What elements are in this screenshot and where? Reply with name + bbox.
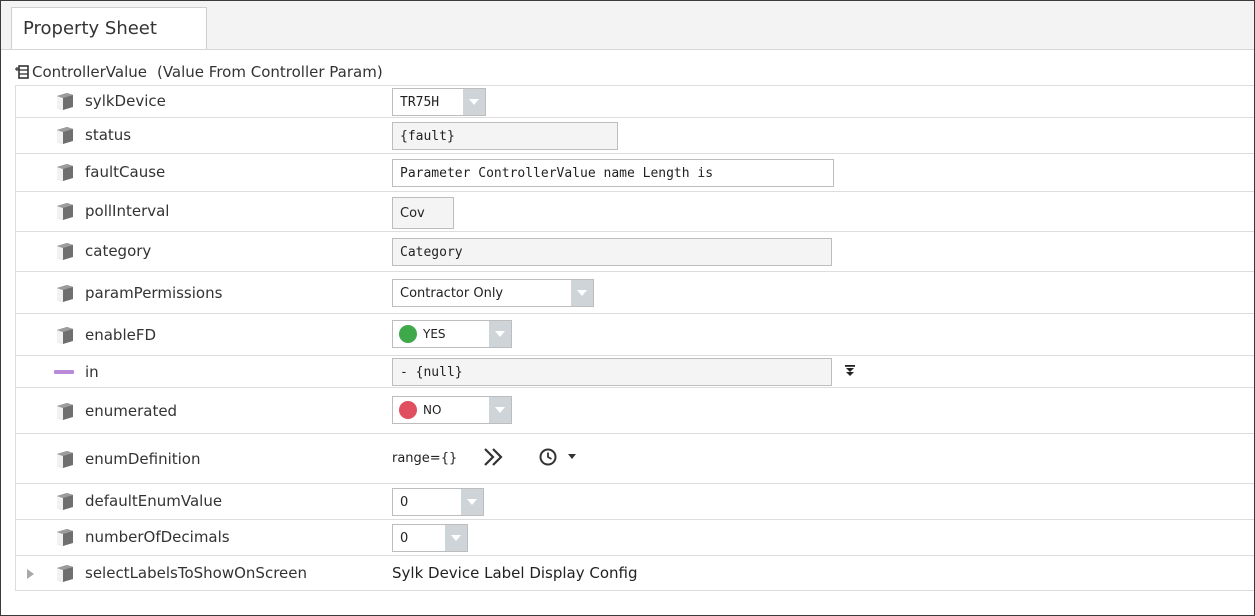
property-row-enable-fd: enableFD YES [15,313,1254,355]
chevron-down-icon[interactable] [463,89,485,115]
property-row-sylk-device: sylkDevice TR75H [15,85,1254,117]
clock-history-icon[interactable] [538,447,558,467]
property-row-enum-definition: enumDefinition range={} [15,433,1254,483]
property-cube-icon [57,203,73,220]
property-row-enumerated: enumerated NO [15,387,1254,433]
category-value: Category [400,245,463,260]
property-row-number-of-decimals: numberOfDecimals 0 [15,519,1254,555]
default-enum-value: 0 [400,495,409,510]
param-permissions-dropdown[interactable]: Contractor Only [392,279,594,307]
property-cube-icon [57,243,73,260]
fault-cause-field[interactable]: Parameter ControllerValue name Length is [392,159,834,187]
property-cube-icon [57,529,73,546]
property-name: in [85,363,99,381]
property-name: pollInterval [85,202,170,220]
property-cube-icon [57,403,73,420]
property-name: paramPermissions [85,284,223,302]
fault-cause-value: Parameter ControllerValue name Length is [400,166,714,181]
double-chevron-right-icon[interactable] [482,447,504,467]
property-row-poll-interval: pollInterval Cov [15,191,1254,231]
tab-property-sheet[interactable]: Property Sheet [11,7,207,49]
number-of-decimals-value: 0 [400,531,409,546]
poll-interval-field: Cov [392,197,454,229]
status-led-red-icon [399,401,417,419]
root-component-name: ControllerValue [32,63,147,81]
expand-arrow-icon[interactable] [27,569,34,579]
property-row-default-enum-value: defaultEnumValue 0 [15,483,1254,519]
tab-bar: Property Sheet [1,1,1254,50]
property-name: enumerated [85,402,178,420]
enumerated-value: NO [423,403,442,417]
in-value: - {null} [400,365,463,380]
chevron-down-icon[interactable] [461,489,483,515]
param-permissions-value: Contractor Only [400,286,504,301]
property-name: faultCause [85,163,166,181]
enumerated-dropdown[interactable]: NO [392,396,512,424]
sylk-device-dropdown[interactable]: TR75H [392,88,486,116]
enable-fd-dropdown[interactable]: YES [392,320,512,348]
property-name: defaultEnumValue [85,492,223,510]
root-component-note: (Value From Controller Param) [156,63,383,81]
property-sheet-window: Property Sheet ControllerValue (Value Fro… [0,0,1255,616]
property-name: sylkDevice [85,92,166,110]
status-value: {fault} [400,129,455,144]
poll-interval-value: Cov [400,206,425,221]
property-row-category: category Category [15,231,1254,271]
property-row-status: status {fault} [15,117,1254,153]
category-field: Category [392,238,832,266]
property-name: status [85,126,132,144]
double-arrow-down-icon[interactable] [845,365,855,377]
property-cube-icon [57,327,73,344]
chevron-down-icon[interactable] [445,525,467,551]
property-cube-icon [57,493,73,510]
chevron-down-icon[interactable] [489,397,511,423]
property-cube-icon [57,93,73,110]
chevron-down-icon[interactable] [571,280,593,306]
property-cube-icon [57,451,73,468]
property-name: category [85,242,152,260]
property-cube-icon [57,164,73,181]
link-slot-icon [54,370,74,374]
number-of-decimals-dropdown[interactable]: 0 [392,524,468,552]
property-cube-icon [57,565,73,582]
property-name: enableFD [85,326,157,344]
property-name: enumDefinition [85,450,201,468]
property-row-fault-cause: faultCause Parameter ControllerValue nam… [15,153,1254,191]
default-enum-value-dropdown[interactable]: 0 [392,488,484,516]
property-row-select-labels[interactable]: selectLabelsToShowOnScreen Sylk Device L… [15,555,1254,591]
property-row-in: in - {null} [15,355,1254,387]
chevron-down-icon[interactable] [489,321,511,347]
tab-label: Property Sheet [23,18,157,39]
caret-down-icon[interactable] [568,454,576,460]
property-cube-icon [57,127,73,144]
property-name: numberOfDecimals [85,528,230,546]
status-field: {fault} [392,122,618,150]
property-name: selectLabelsToShowOnScreen [85,564,307,582]
sylk-device-value: TR75H [400,95,440,110]
property-cube-icon [57,285,73,302]
component-plus-icon [15,65,29,79]
enable-fd-value: YES [423,327,446,341]
status-led-green-icon [399,325,417,343]
enum-definition-value: range={} [392,451,458,466]
property-row-param-permissions: paramPermissions Contractor Only [15,271,1254,313]
in-field: - {null} [392,358,832,386]
select-labels-value: Sylk Device Label Display Config [392,564,638,582]
